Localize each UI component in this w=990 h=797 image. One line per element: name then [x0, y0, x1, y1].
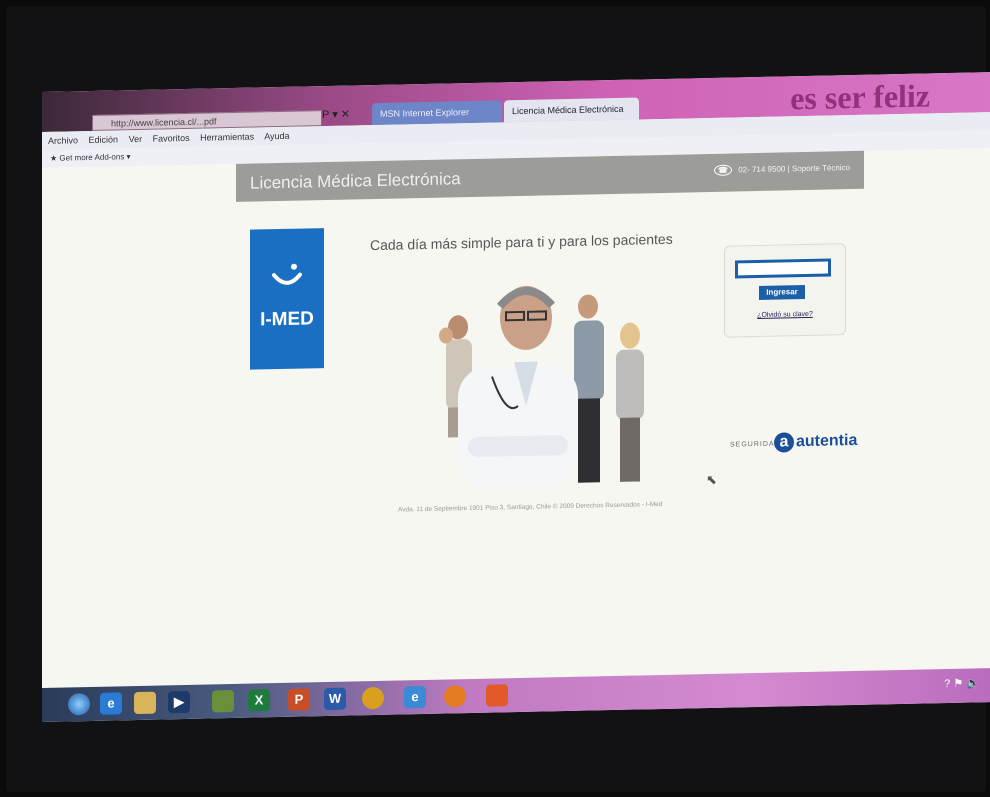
- ie-icon[interactable]: e: [100, 692, 122, 715]
- separator: |: [787, 164, 790, 174]
- start-orb-icon[interactable]: [68, 692, 90, 716]
- menu-herramientas[interactable]: Herramientas: [200, 132, 254, 143]
- doctor-family-photo: [439, 285, 644, 487]
- tab-label: MSN Internet Explorer: [380, 107, 470, 119]
- screen: es ser feliz http://www.licencia.cl/...p…: [42, 72, 990, 723]
- autentia-text: autentia: [796, 431, 858, 451]
- ie-icon-2[interactable]: e: [404, 685, 426, 709]
- menu-ayuda[interactable]: Ayuda: [264, 131, 289, 142]
- tagline: Cada día más simple para ti y para los p…: [370, 230, 673, 254]
- login-input[interactable]: [735, 258, 831, 279]
- excel-icon[interactable]: X: [248, 689, 270, 712]
- flag-icon[interactable]: ⚑: [953, 678, 963, 690]
- menu-edicion[interactable]: Edición: [89, 134, 119, 145]
- support-info: ☎ 02- 714 9500 | Soporte Técnico: [713, 163, 850, 176]
- app-icon[interactable]: [212, 689, 234, 713]
- chrome-icon[interactable]: [362, 686, 384, 710]
- firefox-icon[interactable]: [444, 685, 466, 708]
- app2-icon[interactable]: [486, 684, 508, 707]
- site-title: Licencia Médica Electrónica: [250, 169, 461, 193]
- web-page: Licencia Médica Electrónica ☎ 02- 714 95…: [42, 148, 990, 689]
- at-icon: a: [774, 432, 794, 453]
- add-ons-link[interactable]: Get more Add-ons ▾: [59, 152, 130, 162]
- logo-text: I-MED: [260, 308, 314, 331]
- media-player-icon[interactable]: ▶: [168, 690, 190, 714]
- explorer-icon[interactable]: [134, 691, 156, 715]
- mouse-cursor-icon: ⬉: [706, 471, 717, 488]
- login-box: Ingresar ¿Olvidó su clave?: [724, 243, 846, 338]
- address-controls[interactable]: P ▾ ✕: [322, 108, 350, 122]
- support-link[interactable]: Soporte Técnico: [792, 163, 850, 173]
- phone-number: 02- 714 9500: [738, 164, 786, 175]
- smile-icon: [270, 263, 304, 290]
- help-icon[interactable]: ?: [944, 678, 950, 690]
- volume-icon[interactable]: 🔈: [966, 677, 980, 689]
- powerpoint-icon[interactable]: P: [288, 688, 310, 711]
- tab-label: Licencia Médica Electrónica: [512, 103, 624, 117]
- wallpaper-text: es ser feliz: [790, 77, 930, 117]
- word-icon[interactable]: W: [324, 687, 346, 711]
- phone-icon: ☎: [713, 164, 732, 176]
- page-footer: Avda. 11 de Septiembre 1901 Piso 3, Sant…: [398, 501, 663, 514]
- menu-favoritos[interactable]: Favoritos: [153, 133, 190, 144]
- tab-licencia[interactable]: Licencia Médica Electrónica ×: [504, 97, 639, 138]
- login-button[interactable]: Ingresar: [759, 285, 805, 300]
- tab-msn[interactable]: MSN Internet Explorer: [372, 100, 502, 126]
- imed-logo: I-MED: [250, 228, 324, 370]
- star-icon[interactable]: ★: [50, 154, 57, 163]
- menu-archivo[interactable]: Archivo: [48, 135, 78, 146]
- autentia-logo: a autentia: [774, 431, 857, 453]
- menu-ver[interactable]: Ver: [129, 134, 143, 144]
- forgot-password-link[interactable]: ¿Olvidó su clave?: [725, 310, 845, 320]
- system-tray: ? ⚑ 🔈: [944, 676, 980, 690]
